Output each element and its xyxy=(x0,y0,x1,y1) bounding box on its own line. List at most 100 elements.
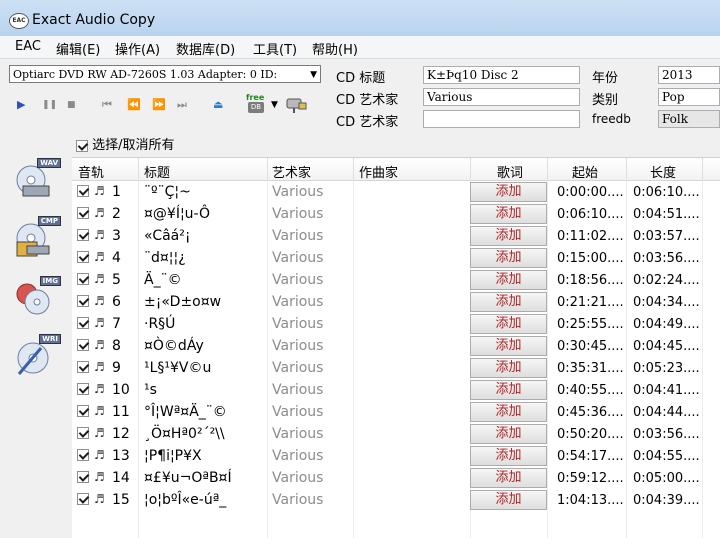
track-artist[interactable]: Various xyxy=(272,184,323,200)
track-title[interactable]: ¹L§¹¥V©u xyxy=(144,360,211,376)
table-row[interactable]: ♬ 7 ·R§Ú Various 添加 0:25:55.... 0:04:49.... xyxy=(72,313,720,335)
add-lyrics-button[interactable]: 添加 xyxy=(470,204,547,224)
track-artist[interactable]: Various xyxy=(272,316,323,332)
fast-forward-icon[interactable]: ⏩ xyxy=(152,98,166,111)
table-row[interactable]: ♬ 8 ¤Ò©dÁy Various 添加 0:30:45.... 0:04:45.... xyxy=(72,335,720,357)
menu-help[interactable]: 帮助(H) xyxy=(312,39,358,58)
track-title[interactable]: °Î¦Wª¤Ä_¨© xyxy=(144,404,227,420)
table-row[interactable]: ♬ 2 ¤@¥Í¦u-Ô Various 添加 0:06:10.... 0:04:51...… xyxy=(72,203,720,225)
track-checkbox[interactable] xyxy=(77,229,89,241)
track-artist[interactable]: Various xyxy=(272,338,323,354)
track-title[interactable]: ¤£¥u¬OªB¤Í xyxy=(144,470,232,486)
play-icon[interactable]: ▶ xyxy=(17,98,25,111)
track-checkbox[interactable] xyxy=(77,361,89,373)
add-lyrics-button[interactable]: 添加 xyxy=(470,270,547,290)
add-lyrics-button[interactable]: 添加 xyxy=(470,292,547,312)
drive-select[interactable]: Optiarc DVD RW AD-7260S 1.03 Adapter: 0 … xyxy=(9,65,321,83)
track-title[interactable]: Ä_¨© xyxy=(144,272,182,288)
previous-track-icon[interactable]: ⏮ xyxy=(102,98,112,112)
track-checkbox[interactable] xyxy=(77,251,89,263)
track-title[interactable]: ¸Ö¤Hª0²´²\\ xyxy=(144,426,225,442)
track-checkbox[interactable] xyxy=(77,273,89,285)
track-title[interactable]: ¨º¨Ç¦~ xyxy=(144,184,191,200)
track-checkbox[interactable] xyxy=(77,405,89,417)
track-checkbox[interactable] xyxy=(77,295,89,307)
track-artist[interactable]: Various xyxy=(272,492,323,508)
add-lyrics-button[interactable]: 添加 xyxy=(470,402,547,422)
year-field[interactable]: 2013 xyxy=(658,66,720,84)
track-artist[interactable]: Various xyxy=(272,228,323,244)
copy-wav-button[interactable]: WAV xyxy=(11,158,61,204)
select-all-checkbox[interactable]: 选择/取消所有 xyxy=(76,134,175,153)
column-header-composer[interactable]: 作曲家 xyxy=(359,162,398,181)
track-checkbox[interactable] xyxy=(77,471,89,483)
track-checkbox[interactable] xyxy=(77,207,89,219)
table-row[interactable]: ♬ 15 ¦o¦bºÎ«e-úª_ Various 添加 1:04:13.... 0:04:… xyxy=(72,489,720,511)
track-artist[interactable]: Various xyxy=(272,448,323,464)
track-artist[interactable]: Various xyxy=(272,294,323,310)
stop-icon[interactable]: ■ xyxy=(67,100,76,110)
track-checkbox[interactable] xyxy=(77,185,89,197)
track-artist[interactable]: Various xyxy=(272,272,323,288)
add-lyrics-button[interactable]: 添加 xyxy=(470,490,547,510)
track-title[interactable]: «Câá²¡ xyxy=(144,228,190,244)
track-checkbox[interactable] xyxy=(77,339,89,351)
track-title[interactable]: ¹s xyxy=(144,382,157,398)
track-title[interactable]: ¤@¥Í¦u-Ô xyxy=(144,206,210,222)
table-row[interactable]: ♬ 5 Ä_¨© Various 添加 0:18:56.... 0:02:24.... xyxy=(72,269,720,291)
eject-icon[interactable]: ⏏ xyxy=(213,98,223,111)
column-header-length[interactable]: 长度 xyxy=(650,162,676,181)
track-artist[interactable]: Various xyxy=(272,404,323,420)
track-artist[interactable]: Various xyxy=(272,250,323,266)
track-title[interactable]: ¦P¶i¦P¥X xyxy=(144,448,202,464)
column-header-track[interactable]: 音轨 xyxy=(78,162,104,181)
track-title[interactable]: ·R§Ú xyxy=(144,316,175,332)
add-lyrics-button[interactable]: 添加 xyxy=(470,468,547,488)
add-lyrics-button[interactable]: 添加 xyxy=(470,314,547,334)
track-checkbox[interactable] xyxy=(77,427,89,439)
track-checkbox[interactable] xyxy=(77,317,89,329)
next-track-icon[interactable]: ⏭ xyxy=(177,98,187,112)
table-row[interactable]: ♬ 12 ¸Ö¤Hª0²´²\\ Various 添加 0:50:20.... 0:03:5… xyxy=(72,423,720,445)
track-checkbox[interactable] xyxy=(77,493,89,505)
track-checkbox[interactable] xyxy=(77,449,89,461)
menu-edit[interactable]: 编辑(E) xyxy=(56,39,100,58)
freedb-button[interactable]: free DB ▼ xyxy=(246,93,278,117)
table-row[interactable]: ♬ 1 ¨º¨Ç¦~ Various 添加 0:00:00.... 0:06:10.... xyxy=(72,181,720,203)
cd-artist-field[interactable]: Various xyxy=(423,88,580,106)
track-title[interactable]: ±¡«D±o¤w xyxy=(144,294,221,310)
copy-image-button[interactable]: IMG xyxy=(11,276,61,322)
table-row[interactable]: ♬ 4 ¨d¤¦¦¿ Various 添加 0:15:00.... 0:03:56.... xyxy=(72,247,720,269)
column-header-start[interactable]: 起始 xyxy=(572,162,598,181)
add-lyrics-button[interactable]: 添加 xyxy=(470,182,547,202)
menu-database[interactable]: 数据库(D) xyxy=(176,39,235,58)
track-title[interactable]: ¤Ò©dÁy xyxy=(144,338,204,354)
track-artist[interactable]: Various xyxy=(272,470,323,486)
track-title[interactable]: ¨d¤¦¦¿ xyxy=(144,250,186,266)
column-header-title[interactable]: 标题 xyxy=(144,162,170,181)
add-lyrics-button[interactable]: 添加 xyxy=(470,358,547,378)
genre-field[interactable]: Pop xyxy=(658,88,720,106)
track-list[interactable]: 音轨 标题 艺术家 作曲家 歌词 起始 长度 ♬ 1 ¨º¨Ç¦~ Various 添加… xyxy=(72,157,720,538)
copy-compressed-button[interactable]: CMP xyxy=(11,216,61,262)
track-artist[interactable]: Various xyxy=(272,426,323,442)
track-title[interactable]: ¦o¦bºÎ«e-úª_ xyxy=(144,492,226,508)
menu-eac[interactable]: EAC xyxy=(15,39,41,54)
chevron-down-icon[interactable]: ▼ xyxy=(271,100,278,110)
column-header-artist[interactable]: 艺术家 xyxy=(272,162,311,181)
add-lyrics-button[interactable]: 添加 xyxy=(470,424,547,444)
table-row[interactable]: ♬ 13 ¦P¶i¦P¥X Various 添加 0:54:17.... 0:04:55..… xyxy=(72,445,720,467)
pause-icon[interactable]: ❚❚ xyxy=(42,100,57,110)
table-row[interactable]: ♬ 10 ¹s Various 添加 0:40:55.... 0:04:41.... xyxy=(72,379,720,401)
table-row[interactable]: ♬ 9 ¹L§¹¥V©u Various 添加 0:35:31.... 0:05:23...… xyxy=(72,357,720,379)
table-row[interactable]: ♬ 11 °Î¦Wª¤Ä_¨© Various 添加 0:45:36.... 0:04:44… xyxy=(72,401,720,423)
menu-tools[interactable]: 工具(T) xyxy=(253,39,297,58)
cd-composer-field[interactable] xyxy=(423,110,580,128)
add-lyrics-button[interactable]: 添加 xyxy=(470,248,547,268)
track-checkbox[interactable] xyxy=(77,383,89,395)
table-row[interactable]: ♬ 3 «Câá²¡ Various 添加 0:11:02.... 0:03:57.... xyxy=(72,225,720,247)
column-header-lyrics[interactable]: 歌词 xyxy=(497,162,523,181)
menu-action[interactable]: 操作(A) xyxy=(115,39,160,58)
network-icon[interactable] xyxy=(285,97,307,115)
freedb-genre-select[interactable]: Folk xyxy=(658,110,720,128)
